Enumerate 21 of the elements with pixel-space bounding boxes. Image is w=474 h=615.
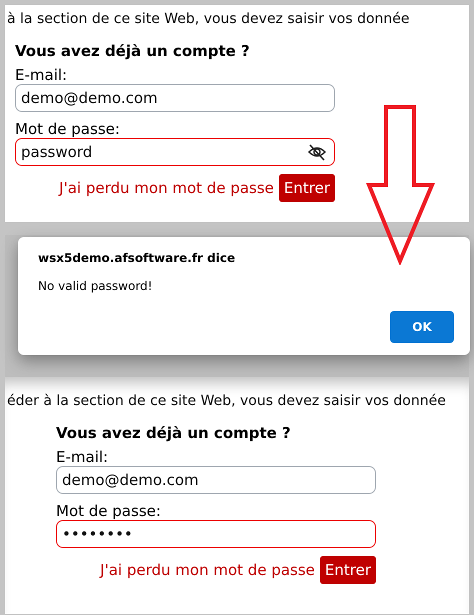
lost-password-link[interactable]: J'ai perdu mon mot de passe xyxy=(100,561,315,579)
intro-text: éder à la section de ce site Web, vous devez saisir vos donnée xyxy=(6,392,447,411)
field-label: Mot de passe: xyxy=(15,120,121,138)
input-field[interactable]: demo@demo.com xyxy=(15,84,335,112)
submit-button[interactable]: Entrer xyxy=(320,556,376,584)
input-field[interactable]: password xyxy=(15,138,335,166)
input-field[interactable]: •••••••• xyxy=(56,520,376,548)
field-label: E-mail: xyxy=(56,448,110,466)
dialog-title: wsx5demo.afsoftware.fr dice xyxy=(38,251,236,265)
field-label: E-mail: xyxy=(15,66,68,84)
intro-text: à la section de ce site Web, vous devez saisir vos donnée xyxy=(6,10,411,29)
input-field[interactable]: demo@demo.com xyxy=(56,466,376,494)
form-heading: Vous avez déjà un compte ? xyxy=(15,41,251,61)
form-heading: Vous avez déjà un compte ? xyxy=(56,423,292,443)
dialog-message: No valid password! xyxy=(38,279,154,293)
field-label: Mot de passe: xyxy=(56,502,162,520)
down-arrow-icon xyxy=(366,105,436,265)
ok-button[interactable]: OK xyxy=(390,311,454,343)
submit-button[interactable]: Entrer xyxy=(278,174,335,202)
lost-password-link[interactable]: J'ai perdu mon mot de passe xyxy=(59,179,274,197)
eye-slash-icon[interactable] xyxy=(307,143,327,161)
